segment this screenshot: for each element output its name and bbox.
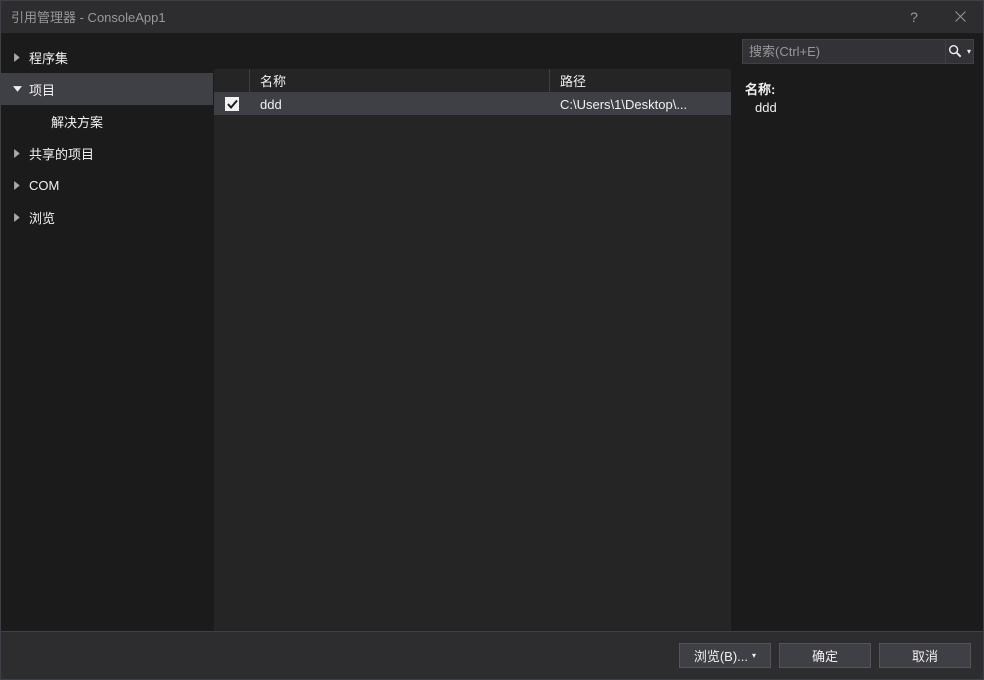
chevron-down-icon [11,83,23,95]
chevron-down-icon: ▾ [752,651,756,660]
chevron-right-icon [11,179,23,191]
ok-button[interactable]: 确定 [779,643,871,668]
list-row[interactable]: ddd C:\Users\1\Desktop\... [214,93,731,115]
search-row: ▾ [214,33,982,69]
list-row-path: C:\Users\1\Desktop\... [550,97,731,112]
sidebar-item-label: 程序集 [29,48,68,67]
search-input[interactable] [743,44,945,59]
checkmark-icon [227,99,238,110]
list-row-checkbox-col [214,97,250,111]
cancel-button[interactable]: 取消 [879,643,971,668]
button-label: 取消 [912,646,938,665]
list-header-name-col[interactable]: 名称 [250,69,550,92]
chevron-right-icon [11,51,23,63]
chevron-right-icon [11,147,23,159]
sidebar-item-label: 解决方案 [51,112,103,131]
sidebar-item-com[interactable]: COM [1,169,213,201]
help-button[interactable]: ? [891,1,937,33]
sidebar-item-browse[interactable]: 浏览 [1,201,213,233]
list-header-checkbox-col[interactable] [214,69,250,92]
list-row-name: ddd [250,97,550,112]
titlebar: 引用管理器 - ConsoleApp1 ? [1,1,983,33]
column-header-label: 路径 [560,71,586,90]
search-button[interactable]: ▾ [945,40,973,63]
center-area: ▾ 名称 路径 [213,33,983,631]
sidebar-item-assemblies[interactable]: 程序集 [1,41,213,73]
column-header-label: 名称 [260,71,286,90]
sidebar-sub-item-solution[interactable]: 解决方案 [1,105,213,137]
details-name-label: 名称: [745,79,968,98]
sidebar-item-label: 共享的项目 [29,144,94,163]
list-header-path-col[interactable]: 路径 [550,69,731,92]
list-area: 名称 路径 ddd [214,69,731,631]
chevron-right-icon [11,211,23,223]
close-button[interactable] [937,1,983,33]
sidebar-item-shared-projects[interactable]: 共享的项目 [1,137,213,169]
window-title: 引用管理器 - ConsoleApp1 [11,7,891,26]
search-icon [948,44,963,59]
sidebar-item-label: 项目 [29,80,55,99]
details-name-value: ddd [745,100,968,115]
close-icon [955,11,966,22]
button-label: 浏览(B)... [694,646,748,665]
button-bar: 浏览(B)... ▾ 确定 取消 [1,631,983,679]
sidebar-item-projects[interactable]: 项目 [1,73,213,105]
browse-button[interactable]: 浏览(B)... ▾ [679,643,771,668]
chevron-down-icon: ▾ [967,47,971,56]
main-area: 程序集 项目 解决方案 共享的项目 COM 浏览 [1,33,983,631]
sidebar-item-label: 浏览 [29,208,55,227]
button-label: 确定 [812,646,838,665]
list-header: 名称 路径 [214,69,731,93]
sidebar-item-label: COM [29,178,59,193]
search-box: ▾ [742,39,974,64]
sidebar: 程序集 项目 解决方案 共享的项目 COM 浏览 [1,33,213,631]
content-row: 名称 路径 ddd [214,69,982,631]
checkbox[interactable] [225,97,239,111]
details-panel: 名称: ddd [731,69,982,631]
